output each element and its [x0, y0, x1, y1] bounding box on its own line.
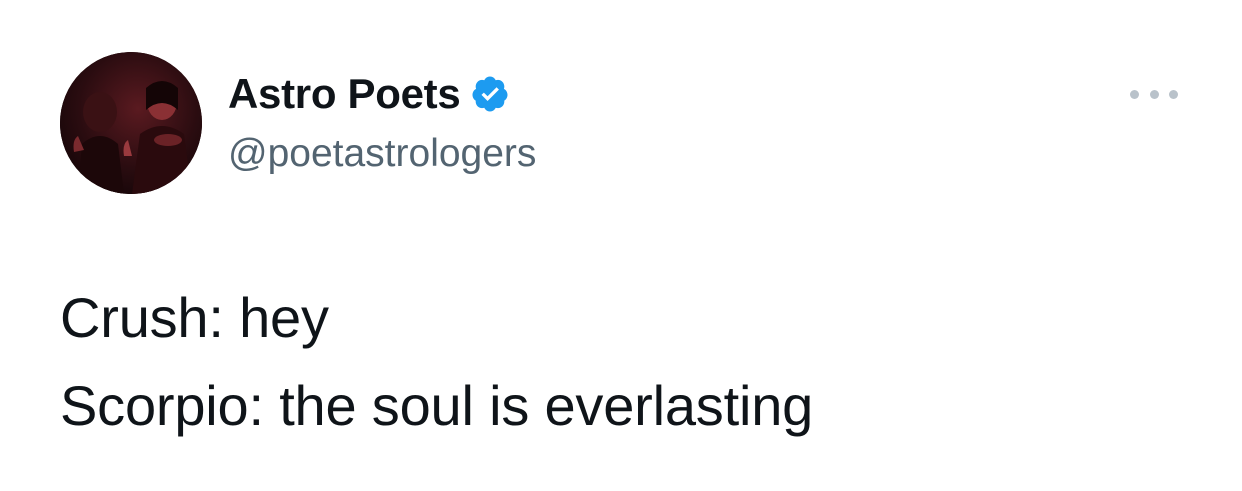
author-handle[interactable]: @poetastrologers	[228, 129, 536, 179]
tweet-line: Scorpio: the soul is everlasting	[60, 374, 814, 437]
avatar[interactable]	[60, 52, 202, 194]
more-horizontal-icon-dot	[1169, 89, 1178, 99]
more-options-button[interactable]	[1130, 82, 1178, 106]
tweet-line: Crush: hey	[60, 286, 329, 349]
more-horizontal-icon	[1130, 89, 1139, 99]
author-block: Astro Poets @poetastrologers	[228, 66, 536, 179]
avatar-image	[60, 52, 202, 194]
tweet-text: Crush: hey Scorpio: the soul is everlast…	[60, 274, 813, 450]
display-name[interactable]: Astro Poets	[228, 66, 461, 122]
tweet-card: Astro Poets @poetastrologers Crush: hey …	[0, 0, 1242, 491]
name-row: Astro Poets	[228, 66, 536, 122]
verified-badge-icon	[470, 74, 510, 114]
more-horizontal-icon-dot	[1149, 89, 1159, 99]
